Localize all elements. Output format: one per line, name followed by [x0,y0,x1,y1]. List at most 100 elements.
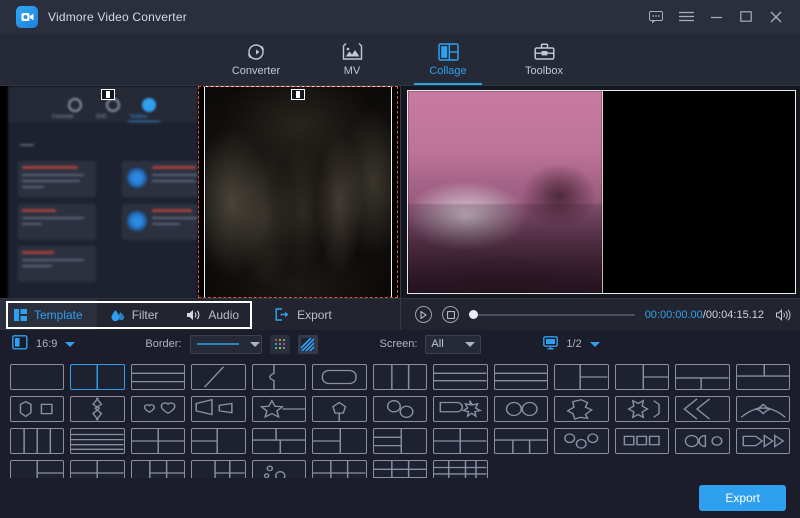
nav-item-mv[interactable]: MV [304,33,400,85]
film-strip-handle-icon[interactable] [291,89,305,100]
template-left-big-right-two[interactable] [554,364,608,390]
seek-knob[interactable] [469,310,478,319]
template-curve-notch[interactable] [252,364,306,390]
shot-nav-label-3: Toolbox [130,114,147,120]
page-group[interactable]: 1/2 [543,336,599,353]
app-logo-icon [16,6,38,28]
aspect-ratio-value: 16:9 [36,338,57,350]
template-megaphone[interactable] [191,396,245,422]
screen-select[interactable]: All [425,335,481,354]
shot-text-0 [20,144,34,146]
border-style-preview [196,338,240,350]
template-right-big-left-two[interactable] [615,364,669,390]
aspect-ratio-group[interactable]: 16:9 [12,335,75,353]
tab-audio[interactable]: Audio [172,299,253,330]
stop-icon[interactable] [442,306,459,323]
template-top-bottom-split[interactable] [131,364,185,390]
window-controls [648,9,792,25]
mv-picture-icon [342,42,363,62]
template-flag-burst[interactable] [433,396,487,422]
seek-bar[interactable] [469,308,635,322]
toolbox-icon [534,42,555,62]
volume-icon[interactable] [774,309,792,321]
close-icon[interactable] [768,9,784,25]
template-two-vertical[interactable] [70,364,124,390]
template-star-band[interactable] [252,396,306,422]
editor-tabs: Template Filter Audio Export [0,299,400,330]
play-icon[interactable] [415,306,432,323]
template-top-wide-two-bottom[interactable] [736,364,790,390]
template-two-hearts[interactable] [131,396,185,422]
template-diagonal[interactable] [191,364,245,390]
shot-card-4-l2 [152,223,180,225]
preview-pane-left [408,91,602,293]
tab-template[interactable]: Template [0,299,97,330]
border-style-chevron-down-icon[interactable] [250,342,260,347]
speaker-icon [186,309,201,321]
maximize-icon[interactable] [738,9,754,25]
collage-cell-right[interactable] [204,86,392,298]
template-bottom-two-top-wide[interactable] [433,428,487,454]
app-title: Vidmore Video Converter [48,10,187,24]
border-style-select[interactable] [190,335,262,354]
template-four-horizontal[interactable] [70,428,124,454]
template-two-circles[interactable] [494,396,548,422]
shot-card-2-title [152,166,196,169]
template-left-big-right-stack[interactable] [373,428,427,454]
main-navigation: Converter MV Collage Toolbox [0,33,800,85]
monitor-icon [543,336,558,353]
template-left-wide-right-two[interactable] [312,428,366,454]
template-four-vertical[interactable] [10,428,64,454]
template-triple-arrow[interactable] [736,428,790,454]
editor-tabs-bar: Template Filter Audio Export [0,298,800,330]
chat-bubble-icon[interactable] [648,9,664,25]
tab-filter[interactable]: Filter [97,299,173,330]
template-single[interactable] [10,364,64,390]
template-left-two-right-one[interactable] [191,428,245,454]
template-three-squares[interactable] [615,428,669,454]
template-three-horizontal[interactable] [433,364,487,390]
screen-group: Screen: All [380,335,482,354]
minimize-icon[interactable] [708,9,724,25]
template-arrow-left[interactable] [675,396,729,422]
nav-label-mv: MV [344,65,361,77]
export-button[interactable]: Export [699,485,786,511]
screen-chevron-down-icon[interactable] [465,342,475,347]
nav-item-toolbox[interactable]: Toolbox [496,33,592,85]
shot-card-4-title [152,209,192,212]
template-arch-flower[interactable] [736,396,790,422]
film-strip-handle-icon-left[interactable] [101,89,115,100]
template-torn-split[interactable] [70,396,124,422]
template-double-burst[interactable] [615,396,669,422]
nav-label-collage: Collage [429,65,466,77]
template-top-three-bottom-wide[interactable] [494,428,548,454]
page-chevron-down-icon[interactable] [590,342,600,347]
footer-bar: Export [0,478,800,518]
aspect-ratio-chevron-down-icon[interactable] [65,342,75,347]
collage-cell-left[interactable]: Converter DVD Toolbox [8,86,198,298]
template-three-vertical[interactable] [373,364,427,390]
title-bar: Vidmore Video Converter [0,0,800,33]
work-area: Converter DVD Toolbox [0,85,800,298]
nav-item-collage[interactable]: Collage [400,33,496,85]
template-hexagon-square[interactable] [10,396,64,422]
collage-grid-icon [438,42,459,62]
template-two-by-two[interactable] [131,428,185,454]
template-three-circles[interactable] [554,428,608,454]
template-grid-icon [14,309,27,321]
template-three-horizontal-b[interactable] [494,364,548,390]
template-puzzle-burst[interactable] [554,396,608,422]
hamburger-menu-icon[interactable] [678,9,694,25]
template-pentagon-center[interactable] [312,396,366,422]
template-rounded-inset[interactable] [312,364,366,390]
template-two-circles-offset[interactable] [373,396,427,422]
template-circle-pac-circle[interactable] [675,428,729,454]
tab-export[interactable]: Export [253,299,346,330]
template-bottom-wide-two-top[interactable] [675,364,729,390]
color-palette-icon[interactable] [270,335,290,354]
nav-item-converter[interactable]: Converter [208,33,304,85]
collage-options-bar: 16:9 Border: Screen: All [0,330,800,358]
stripe-pattern-icon[interactable] [298,335,318,354]
template-top-two-bottom-wide[interactable] [252,428,306,454]
collage-canvas[interactable]: Converter DVD Toolbox [0,85,400,298]
